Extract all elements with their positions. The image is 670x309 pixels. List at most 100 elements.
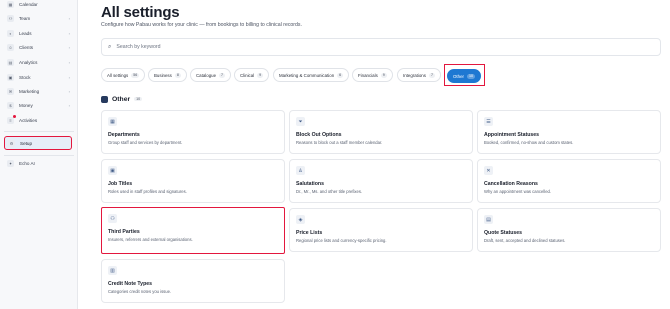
settings-card-job-titles[interactable]: ▣ Job Titles Roles used in staff profile…	[101, 159, 285, 203]
sidebar: ▦ Calendar ⚇ Team › ◐ Leads › ☺ Clients …	[0, 0, 78, 309]
sidebar-item-marketing[interactable]: ✉ Marketing ›	[4, 85, 72, 98]
receipt-icon: ▥	[108, 266, 117, 275]
chevron-right-icon: ›	[68, 16, 70, 21]
chevron-right-icon: ›	[68, 45, 70, 50]
list-icon: ☰	[484, 117, 493, 126]
tab-label: All settings	[107, 72, 129, 78]
card-title: Block Out Options	[296, 132, 342, 138]
card-title: Cancellation Reasons	[484, 181, 538, 187]
tab-label: Financials	[358, 72, 378, 78]
card-title: Appointment Statuses	[484, 132, 540, 138]
analytics-icon: ▤	[7, 59, 14, 66]
sidebar-item-analytics[interactable]: ▤ Analytics ›	[4, 56, 72, 69]
tab-count: 8	[174, 72, 181, 78]
tab-count: 56	[131, 72, 140, 78]
sidebar-item-calendar[interactable]: ▦ Calendar	[4, 0, 72, 11]
settings-card-appointment-statuses[interactable]: ☰ Appointment Statuses Booked, confirmed…	[477, 110, 661, 154]
settings-card-credit-note-types[interactable]: ▥ Credit Note Types Categories credit no…	[101, 259, 285, 303]
chevron-right-icon: ›	[68, 60, 70, 65]
tab-marketing-communication[interactable]: Marketing & Communication 6	[273, 68, 350, 82]
settings-card-cancellation-reasons[interactable]: ✕ Cancellation Reasons Why an appointmen…	[477, 159, 661, 203]
card-title: Job Titles	[108, 181, 133, 187]
sidebar-item-echo-ai[interactable]: ✦ Echo AI	[4, 157, 72, 170]
card-description: Group staff and services by department.	[108, 140, 183, 145]
sidebar-item-setup[interactable]: ⚙ Setup	[4, 136, 72, 150]
sidebar-divider	[4, 131, 74, 132]
card-description: Insurers, referrers and external organis…	[108, 237, 193, 242]
card-description: Booked, confirmed, no-show and custom st…	[484, 140, 574, 145]
sidebar-item-activities[interactable]: ≡ Activities	[4, 114, 72, 127]
card-title: Quote Statuses	[484, 230, 523, 236]
tab-count: 9	[380, 72, 387, 78]
organisations-icon: ⚇	[108, 214, 117, 223]
settings-card-salutations[interactable]: ♙ Salutations Dr., Mr., Ms. and other ti…	[289, 159, 473, 203]
card-title: Departments	[108, 132, 140, 138]
chevron-right-icon: ›	[68, 31, 70, 36]
page-subtitle: Configure how Pabau works for your clini…	[101, 22, 302, 28]
section-title: Other	[112, 95, 131, 103]
sidebar-item-label: Team	[19, 16, 31, 21]
sidebar-item-stock[interactable]: ▣ Stock ›	[4, 71, 72, 84]
document-icon: ▤	[484, 215, 493, 224]
briefcase-icon: ▣	[108, 166, 117, 175]
sidebar-divider	[4, 155, 74, 156]
clients-icon: ☺	[7, 44, 14, 51]
card-description: Draft, sent, accepted and declined statu…	[484, 238, 566, 243]
sidebar-item-label: Analytics	[19, 60, 38, 65]
tab-count: 9	[257, 72, 264, 78]
card-title: Credit Note Types	[108, 281, 153, 287]
tab-count: 7	[428, 72, 435, 78]
section-icon	[101, 95, 108, 103]
sidebar-item-label: Echo AI	[19, 161, 35, 166]
card-description: Roles used in staff profiles and signatu…	[108, 189, 187, 194]
card-title: Third Parties	[108, 229, 140, 235]
card-description: Why an appointment was cancelled.	[484, 189, 552, 194]
tab-business[interactable]: Business 8	[148, 68, 187, 82]
activities-glyph: ≡	[9, 118, 12, 123]
tab-all-settings[interactable]: All settings 56	[101, 68, 146, 82]
card-description: Reasons to block out a staff member cale…	[296, 140, 383, 145]
sidebar-item-label: Calendar	[19, 2, 38, 7]
tab-label: Clinical	[240, 72, 255, 78]
sidebar-item-money[interactable]: $ Money ›	[4, 99, 72, 112]
settings-card-block-out-options[interactable]: ⏷ Block Out Options Reasons to block out…	[289, 110, 473, 154]
section-count: 10	[134, 97, 143, 101]
tab-catalogue[interactable]: Catalogue 7	[190, 68, 232, 82]
tab-integrations[interactable]: Integrations 7	[397, 68, 441, 82]
sidebar-item-clients[interactable]: ☺ Clients ›	[4, 41, 72, 54]
settings-card-price-lists[interactable]: ◈ Price Lists Regional price lists and c…	[289, 208, 473, 252]
page-title: All settings	[101, 4, 180, 21]
departments-icon: ▦	[108, 117, 117, 126]
sidebar-item-label: Leads	[19, 31, 32, 36]
notification-dot	[13, 115, 16, 118]
sidebar-item-team[interactable]: ⚇ Team ›	[4, 12, 72, 25]
x-icon: ✕	[484, 166, 493, 175]
sidebar-item-leads[interactable]: ◐ Leads ›	[4, 27, 72, 40]
settings-card-third-parties[interactable]: ⚇ Third Parties Insurers, referrers and …	[101, 207, 285, 254]
sidebar-item-label: Clients	[19, 45, 34, 50]
sidebar-item-label: Setup	[20, 140, 33, 146]
tab-count: 6	[337, 72, 344, 78]
marketing-icon: ✉	[7, 88, 14, 95]
search-input[interactable]	[116, 44, 517, 50]
tab-financials[interactable]: Financials 9	[352, 68, 393, 82]
filter-icon: ⏷	[296, 117, 305, 126]
activities-icon: ≡	[7, 115, 16, 124]
calendar-icon: ▦	[7, 1, 14, 8]
card-title: Price Lists	[296, 230, 323, 236]
chevron-right-icon: ›	[68, 75, 70, 80]
tab-label: Integrations	[403, 72, 426, 78]
team-icon: ⚇	[7, 15, 14, 22]
search-icon: ⌕	[108, 43, 112, 50]
search-bar[interactable]: ⌕	[101, 38, 661, 56]
section-header: Other 10	[101, 94, 143, 104]
user-tag-icon: ♙	[296, 166, 305, 175]
settings-card-quote-statuses[interactable]: ▤ Quote Statuses Draft, sent, accepted a…	[477, 208, 661, 252]
sidebar-item-label: Activities	[19, 118, 38, 123]
settings-card-departments[interactable]: ▦ Departments Group staff and services b…	[101, 110, 285, 154]
sidebar-item-label: Marketing	[19, 89, 40, 94]
echo-ai-icon: ✦	[7, 160, 14, 167]
card-description: Categories credit notes you issue.	[108, 289, 172, 294]
tab-clinical[interactable]: Clinical 9	[234, 68, 270, 82]
card-title: Salutations	[296, 181, 324, 187]
